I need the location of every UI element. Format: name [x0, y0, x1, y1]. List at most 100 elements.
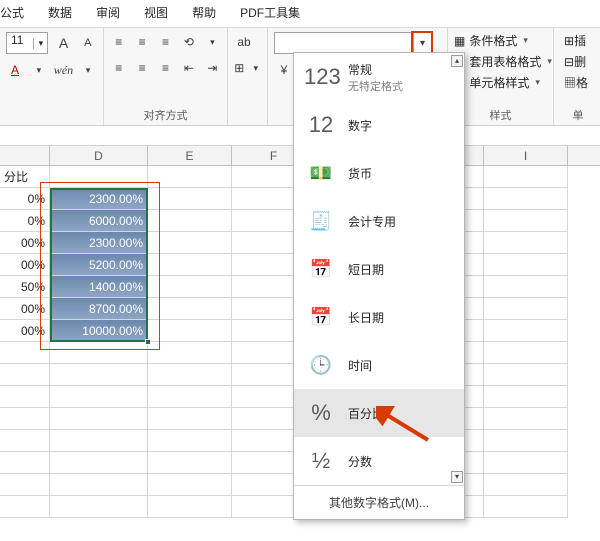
cell[interactable] [148, 166, 232, 188]
font-size-value[interactable]: 11 [7, 33, 33, 53]
cell[interactable] [484, 496, 568, 518]
cell[interactable] [484, 320, 568, 342]
format-currency[interactable]: 💵 货币 [294, 149, 464, 197]
cell-c[interactable] [0, 408, 50, 430]
format-fraction[interactable]: ½ 分数 [294, 437, 464, 485]
number-format-value[interactable] [275, 33, 413, 53]
cell[interactable] [484, 430, 568, 452]
number-format-combo[interactable]: ▾ [274, 32, 432, 54]
col-head-partial[interactable] [0, 146, 50, 165]
cell-d[interactable] [50, 364, 148, 386]
align-center-icon[interactable]: ≡ [133, 58, 150, 78]
align-left-icon[interactable]: ≡ [110, 58, 127, 78]
orientation-icon[interactable]: ⟲ [180, 32, 197, 52]
cell-d[interactable] [50, 342, 148, 364]
cell[interactable] [484, 254, 568, 276]
menu-pdf[interactable]: PDF工具集 [240, 4, 300, 21]
number-format-dropdown-button[interactable]: ▾ [413, 33, 431, 53]
cell[interactable] [484, 386, 568, 408]
cell[interactable] [148, 474, 232, 496]
increase-indent-icon[interactable]: ⇥ [204, 58, 221, 78]
format-time[interactable]: 🕒 时间 [294, 341, 464, 389]
cell[interactable] [484, 452, 568, 474]
cell[interactable] [484, 474, 568, 496]
menu-review[interactable]: 审阅 [96, 4, 120, 21]
cell[interactable] [148, 320, 232, 342]
format-percent[interactable]: % 百分比 [294, 389, 464, 437]
cell[interactable] [148, 210, 232, 232]
cell-c[interactable]: 00% [0, 254, 50, 276]
cell-d[interactable] [50, 496, 148, 518]
cell[interactable] [148, 408, 232, 430]
cell[interactable] [148, 386, 232, 408]
phonetic-icon[interactable]: wén [54, 60, 73, 80]
fill-handle[interactable] [145, 339, 151, 345]
cell-d[interactable] [50, 386, 148, 408]
cell-d[interactable]: 5200.00% [50, 254, 148, 276]
cell[interactable] [148, 496, 232, 518]
cell-c[interactable]: 分比 [0, 166, 50, 188]
cell-c[interactable] [0, 386, 50, 408]
cell[interactable] [148, 298, 232, 320]
cell[interactable] [484, 298, 568, 320]
decrease-font-icon[interactable]: A [79, 33, 97, 53]
cell-c[interactable]: 50% [0, 276, 50, 298]
menu-help[interactable]: 帮助 [192, 4, 216, 21]
align-bottom-icon[interactable]: ≡ [157, 32, 174, 52]
font-color-icon[interactable]: A [6, 60, 24, 80]
col-head-d[interactable]: D [50, 146, 148, 165]
align-right-icon[interactable]: ≡ [157, 58, 174, 78]
chevron-down-icon[interactable]: ▾ [33, 38, 47, 49]
cell-d[interactable]: 2300.00% [50, 188, 148, 210]
cell[interactable] [148, 364, 232, 386]
format-as-table-button[interactable]: ▦ 套用表格格式▾ [454, 53, 547, 70]
cell-c[interactable] [0, 342, 50, 364]
chevron-down-icon[interactable]: ▾ [251, 58, 262, 78]
cell[interactable] [484, 364, 568, 386]
merge-icon[interactable]: ⊞ [234, 58, 245, 78]
col-head-e[interactable]: E [148, 146, 232, 165]
scroll-down-icon[interactable]: ▾ [451, 471, 463, 483]
cell-d[interactable]: 2300.00% [50, 232, 148, 254]
cell-d[interactable] [50, 166, 148, 188]
cell-styles-button[interactable]: ▦ 单元格样式▾ [454, 74, 547, 91]
increase-font-icon[interactable]: A [54, 33, 72, 53]
wrap-text-icon[interactable]: ab [234, 32, 254, 52]
cell-d[interactable]: 10000.00% [50, 320, 148, 342]
menu-data[interactable]: 数据 [48, 4, 72, 21]
cell[interactable] [484, 232, 568, 254]
cell[interactable] [484, 188, 568, 210]
format-general[interactable]: 123 常规 无特定格式 [294, 53, 464, 101]
cell[interactable] [148, 342, 232, 364]
chevron-down-icon[interactable]: ▾ [79, 60, 97, 80]
chevron-down-icon[interactable]: ▾ [30, 60, 48, 80]
dropdown-scrollbar[interactable]: ▴ ▾ [450, 53, 464, 485]
cell[interactable] [148, 232, 232, 254]
chevron-down-icon[interactable]: ▾ [204, 32, 221, 52]
cell-c[interactable] [0, 364, 50, 386]
align-top-icon[interactable]: ≡ [110, 32, 127, 52]
menu-view[interactable]: 视图 [144, 4, 168, 21]
format-number[interactable]: 12 数字 [294, 101, 464, 149]
scroll-up-icon[interactable]: ▴ [451, 55, 463, 67]
cell-c[interactable] [0, 452, 50, 474]
cell[interactable] [484, 166, 568, 188]
cell-c[interactable]: 0% [0, 210, 50, 232]
cell[interactable] [484, 210, 568, 232]
cell[interactable] [484, 408, 568, 430]
cell-c[interactable] [0, 496, 50, 518]
cell-d[interactable]: 8700.00% [50, 298, 148, 320]
cell[interactable] [148, 188, 232, 210]
insert-button[interactable]: ⊞插 [564, 32, 592, 49]
cell-c[interactable]: 00% [0, 298, 50, 320]
cell-d[interactable] [50, 430, 148, 452]
align-middle-icon[interactable]: ≡ [133, 32, 150, 52]
more-number-formats[interactable]: 其他数字格式(M)... [294, 485, 464, 519]
cell-c[interactable] [0, 430, 50, 452]
cell-d[interactable] [50, 408, 148, 430]
cell-d[interactable] [50, 452, 148, 474]
cell-d[interactable] [50, 474, 148, 496]
cell-c[interactable] [0, 474, 50, 496]
decrease-indent-icon[interactable]: ⇤ [180, 58, 197, 78]
conditional-formatting-button[interactable]: ▦ 条件格式▾ [454, 32, 547, 49]
